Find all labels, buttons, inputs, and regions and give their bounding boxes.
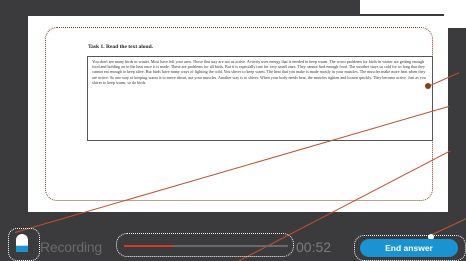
recording-progress-fill <box>124 245 174 247</box>
reading-passage: You don't see many birds in winter. Most… <box>87 56 433 141</box>
recording-status: Recording <box>40 239 103 255</box>
recording-progress-bar <box>124 245 288 247</box>
microphone-icon <box>16 234 28 252</box>
end-answer-button[interactable]: End answer <box>360 239 458 257</box>
recording-timer: 00:52 <box>296 239 332 255</box>
exam-screen: Task 1. Read the text aloud. You don't s… <box>0 0 466 261</box>
annotation-dot <box>425 83 431 89</box>
task-title: Task 1. Read the text aloud. <box>88 44 154 50</box>
